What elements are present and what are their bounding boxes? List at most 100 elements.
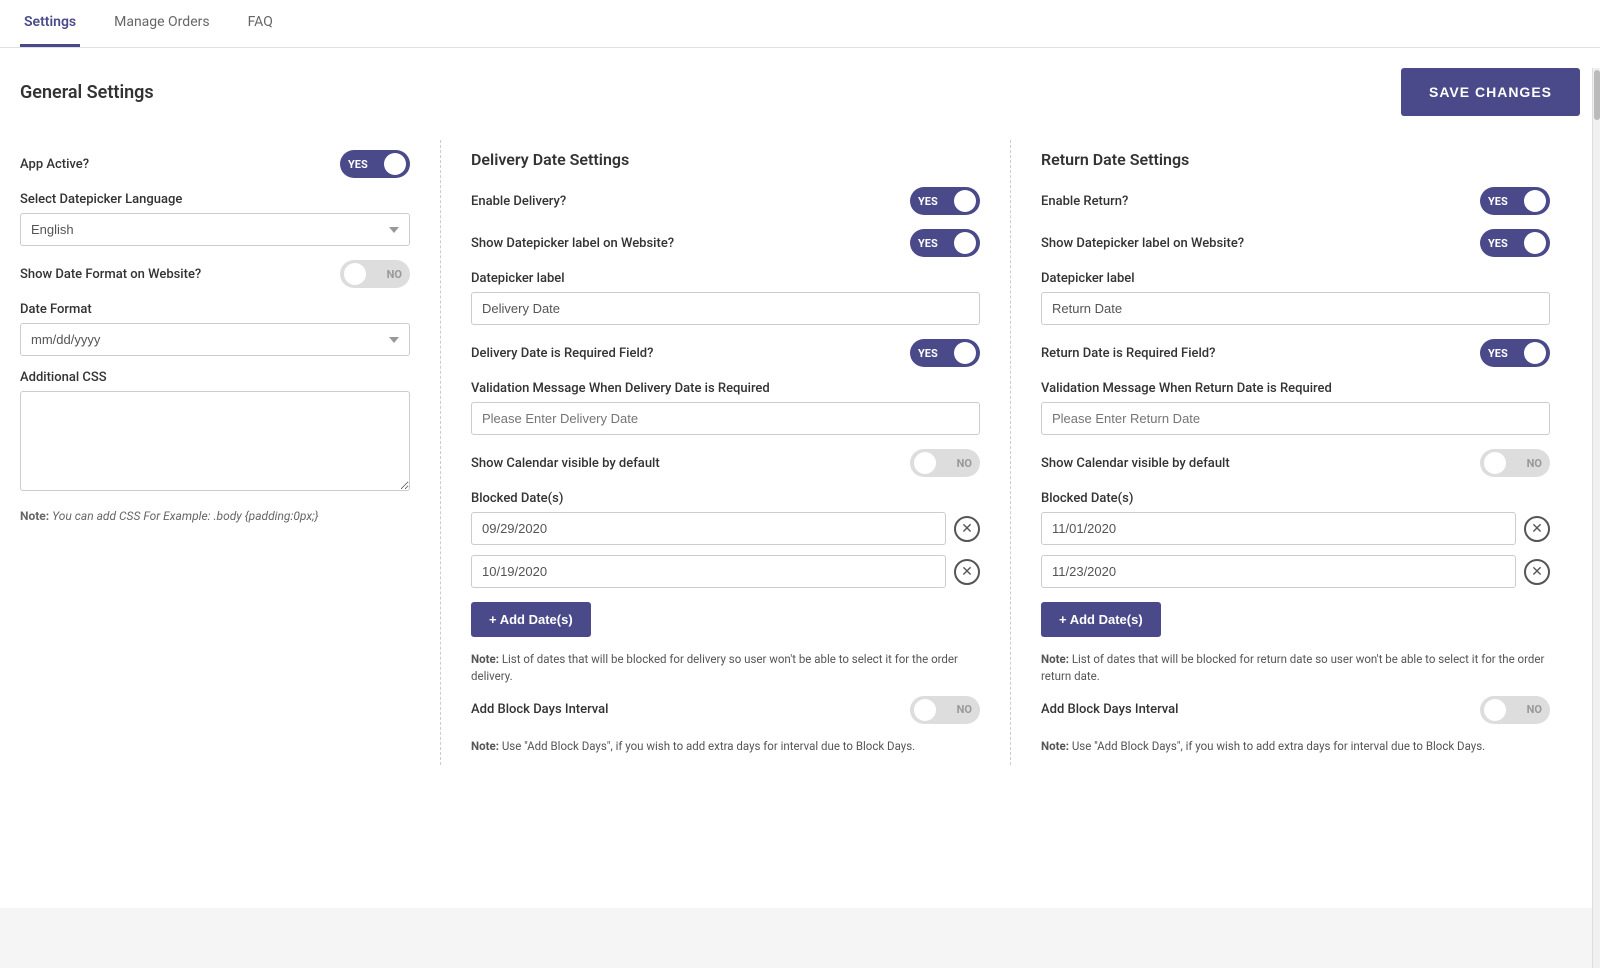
- show-date-format-toggle-text: NO: [387, 268, 402, 281]
- app-active-label: App Active?: [20, 157, 340, 172]
- delivery-required-toggle[interactable]: YES: [910, 339, 980, 367]
- delivery-show-calendar-row: Show Calendar visible by default NO: [471, 449, 980, 477]
- enable-return-knob: [1524, 190, 1546, 212]
- additional-css-textarea[interactable]: [20, 391, 410, 491]
- return-show-calendar-knob: [1484, 452, 1506, 474]
- return-required-row: Return Date is Required Field? YES: [1041, 339, 1550, 367]
- enable-return-toggle-text: YES: [1488, 195, 1508, 208]
- delivery-required-row: Delivery Date is Required Field? YES: [471, 339, 980, 367]
- delivery-blocked-date-input-0[interactable]: [471, 512, 946, 545]
- show-date-format-label: Show Date Format on Website?: [20, 267, 340, 282]
- return-blocked-date-input-1[interactable]: [1041, 555, 1516, 588]
- delivery-block-days-toggle[interactable]: NO: [910, 696, 980, 724]
- return-required-knob: [1524, 342, 1546, 364]
- return-block-days-knob: [1484, 699, 1506, 721]
- return-datepicker-label-group: Datepicker label: [1041, 271, 1550, 325]
- delivery-blocked-date-input-1[interactable]: [471, 555, 946, 588]
- delivery-blocked-note: Note: List of dates that will be blocked…: [471, 651, 980, 686]
- return-show-calendar-row: Show Calendar visible by default NO: [1041, 449, 1550, 477]
- general-note-label: Note:: [20, 509, 49, 523]
- return-blocked-date-row-1: ✕: [1041, 555, 1550, 588]
- delivery-datepicker-label-heading: Datepicker label: [471, 271, 980, 286]
- return-validation-label: Validation Message When Return Date is R…: [1041, 381, 1550, 396]
- delivery-validation-group: Validation Message When Delivery Date is…: [471, 381, 980, 435]
- return-show-calendar-toggle[interactable]: NO: [1480, 449, 1550, 477]
- delivery-show-label-toggle-text: YES: [918, 237, 938, 250]
- delivery-validation-label: Validation Message When Delivery Date is…: [471, 381, 980, 396]
- delivery-remove-date-button-1[interactable]: ✕: [954, 559, 980, 585]
- delivery-show-label-row: Show Datepicker label on Website? YES: [471, 229, 980, 257]
- delivery-show-label-knob: [954, 232, 976, 254]
- return-show-calendar-label: Show Calendar visible by default: [1041, 456, 1480, 471]
- delivery-block-days-note-text: Use "Add Block Days", if you wish to add…: [502, 739, 915, 753]
- app-active-row: App Active? YES: [20, 150, 410, 178]
- return-blocked-dates-list: ✕ ✕: [1041, 512, 1550, 588]
- delivery-show-calendar-knob: [914, 452, 936, 474]
- return-blocked-dates-label: Blocked Date(s): [1041, 491, 1550, 506]
- tab-settings[interactable]: Settings: [20, 0, 80, 47]
- date-format-select[interactable]: mm/dd/yyyy: [20, 323, 410, 356]
- show-date-format-row: Show Date Format on Website? NO: [20, 260, 410, 288]
- delivery-section-title: Delivery Date Settings: [471, 150, 980, 169]
- enable-delivery-toggle[interactable]: YES: [910, 187, 980, 215]
- language-group: Select Datepicker Language English: [20, 192, 410, 246]
- delivery-datepicker-label-input[interactable]: [471, 292, 980, 325]
- delivery-block-days-interval-row: Add Block Days Interval NO: [471, 696, 980, 724]
- delivery-remove-date-button-0[interactable]: ✕: [954, 516, 980, 542]
- return-block-days-toggle-text: NO: [1527, 703, 1542, 716]
- delivery-block-days-note: Note: Use "Add Block Days", if you wish …: [471, 738, 980, 755]
- return-block-days-toggle[interactable]: NO: [1480, 696, 1550, 724]
- date-format-label: Date Format: [20, 302, 410, 317]
- return-show-calendar-toggle-text: NO: [1527, 457, 1542, 470]
- show-date-format-toggle[interactable]: NO: [340, 260, 410, 288]
- enable-return-row: Enable Return? YES: [1041, 187, 1550, 215]
- date-format-group: Date Format mm/dd/yyyy: [20, 302, 410, 356]
- delivery-block-days-toggle-text: NO: [957, 703, 972, 716]
- delivery-block-days-interval-label: Add Block Days Interval: [471, 702, 910, 717]
- app-active-knob: [384, 153, 406, 175]
- delivery-required-toggle-text: YES: [918, 347, 938, 360]
- delivery-required-knob: [954, 342, 976, 364]
- delivery-validation-input[interactable]: [471, 402, 980, 435]
- delivery-add-date-button[interactable]: + Add Date(s): [471, 602, 591, 637]
- enable-return-label: Enable Return?: [1041, 194, 1480, 209]
- scrollbar-thumb[interactable]: [1594, 70, 1600, 120]
- delivery-show-calendar-toggle[interactable]: NO: [910, 449, 980, 477]
- return-required-toggle[interactable]: YES: [1480, 339, 1550, 367]
- delivery-blocked-dates-label: Blocked Date(s): [471, 491, 980, 506]
- return-remove-date-button-0[interactable]: ✕: [1524, 516, 1550, 542]
- return-datepicker-label-input[interactable]: [1041, 292, 1550, 325]
- enable-delivery-row: Enable Delivery? YES: [471, 187, 980, 215]
- delivery-datepicker-label-group: Datepicker label: [471, 271, 980, 325]
- page-title: General Settings: [20, 82, 154, 103]
- top-nav: Settings Manage Orders FAQ: [0, 0, 1600, 48]
- show-date-format-knob: [344, 263, 366, 285]
- tab-manage-orders[interactable]: Manage Orders: [110, 0, 213, 47]
- save-changes-button[interactable]: SAVE CHANGES: [1401, 68, 1580, 116]
- return-add-date-button[interactable]: + Add Date(s): [1041, 602, 1161, 637]
- app-active-toggle[interactable]: YES: [340, 150, 410, 178]
- return-validation-group: Validation Message When Return Date is R…: [1041, 381, 1550, 435]
- return-remove-date-button-1[interactable]: ✕: [1524, 559, 1550, 585]
- delivery-blocked-date-row-0: ✕: [471, 512, 980, 545]
- language-select[interactable]: English: [20, 213, 410, 246]
- additional-css-label: Additional CSS: [20, 370, 410, 385]
- delivery-block-days-note-label: Note:: [471, 739, 499, 753]
- tab-faq[interactable]: FAQ: [244, 0, 277, 47]
- return-block-days-note-label: Note:: [1041, 739, 1069, 753]
- return-show-label-toggle[interactable]: YES: [1480, 229, 1550, 257]
- return-show-label-toggle-text: YES: [1488, 237, 1508, 250]
- return-blocked-note: Note: List of dates that will be blocked…: [1041, 651, 1550, 686]
- delivery-blocked-date-row-1: ✕: [471, 555, 980, 588]
- return-validation-input[interactable]: [1041, 402, 1550, 435]
- return-datepicker-label-heading: Datepicker label: [1041, 271, 1550, 286]
- return-blocked-note-label: Note:: [1041, 652, 1069, 666]
- delivery-show-label-toggle[interactable]: YES: [910, 229, 980, 257]
- return-blocked-date-input-0[interactable]: [1041, 512, 1516, 545]
- general-note: Note: You can add CSS For Example: .body…: [20, 509, 410, 523]
- enable-return-toggle[interactable]: YES: [1480, 187, 1550, 215]
- delivery-show-calendar-label: Show Calendar visible by default: [471, 456, 910, 471]
- scrollbar-track[interactable]: [1592, 68, 1600, 968]
- delivery-show-label-label: Show Datepicker label on Website?: [471, 236, 910, 251]
- return-required-toggle-text: YES: [1488, 347, 1508, 360]
